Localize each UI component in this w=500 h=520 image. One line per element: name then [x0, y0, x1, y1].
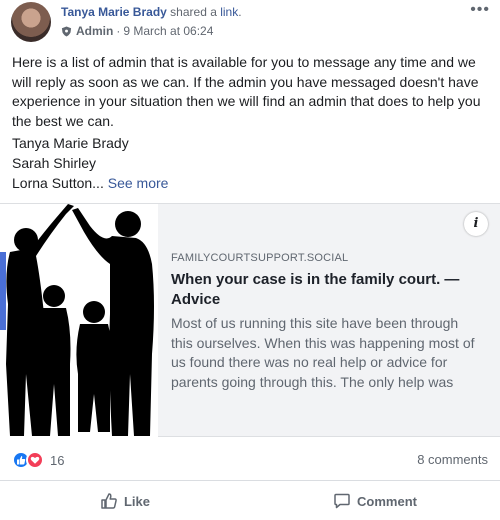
post-body-text: Here is a list of admin that is availabl…: [12, 54, 481, 129]
reaction-count: 16: [50, 452, 65, 468]
card-image[interactable]: [0, 204, 158, 437]
comment-bubble-icon: [334, 493, 350, 509]
author-name[interactable]: Tanya Marie Brady: [61, 5, 167, 19]
see-more-link[interactable]: See more: [108, 175, 169, 191]
post-meta: Admin · 9 March at 06:24: [61, 24, 213, 38]
admin-names-list: Tanya Marie Brady Sarah Shirley Lorna Su…: [12, 133, 168, 193]
admin-name: Sarah Shirley: [12, 155, 97, 171]
admin-name-last: Lorna Sutton... See more: [12, 173, 168, 193]
post-header: Tanya Marie Brady shared a link. Admin ·…: [0, 0, 500, 46]
info-icon[interactable]: i: [464, 212, 488, 236]
more-options-icon[interactable]: •••: [470, 2, 490, 18]
admin-name: Lorna Sutton: [12, 175, 93, 191]
family-silhouette-image: [6, 204, 154, 436]
post-actions: Like Comment: [0, 482, 500, 520]
card-title[interactable]: When your case is in the family court. —…: [171, 270, 486, 310]
side-tab: [0, 252, 6, 330]
post-body: Here is a list of admin that is availabl…: [12, 53, 488, 131]
like-button[interactable]: Like: [0, 482, 250, 520]
admin-name: Tanya Marie Brady: [12, 135, 129, 151]
comment-button[interactable]: Comment: [250, 482, 500, 520]
reactions-summary[interactable]: 16: [12, 451, 64, 469]
ellipsis: ...: [92, 175, 104, 191]
love-reaction-icon: [26, 451, 44, 469]
card-domain: FAMILYCOURTSUPPORT.SOCIAL: [171, 252, 349, 264]
action-end: .: [238, 5, 242, 19]
action-text: shared a: [170, 5, 217, 19]
comments-count[interactable]: 8 comments: [417, 452, 488, 467]
card-description: Most of us running this site have been t…: [171, 315, 475, 390]
shield-icon: [61, 25, 72, 37]
like-label: Like: [123, 493, 150, 509]
link-preview-card[interactable]: i FAMILYCOURTSUPPORT.SOCIAL When your ca…: [0, 203, 500, 437]
thumbs-up-icon: [101, 493, 117, 509]
engagement-summary: 16 8 comments: [0, 437, 500, 481]
shared-link[interactable]: link: [220, 5, 238, 19]
post-timestamp[interactable]: 9 March at 06:24: [123, 24, 213, 38]
author-line: Tanya Marie Brady shared a link.: [61, 5, 242, 19]
avatar[interactable]: [11, 2, 51, 42]
comment-label: Comment: [357, 493, 417, 509]
role-badge: Admin: [76, 24, 114, 38]
meta-separator: ·: [116, 24, 121, 38]
